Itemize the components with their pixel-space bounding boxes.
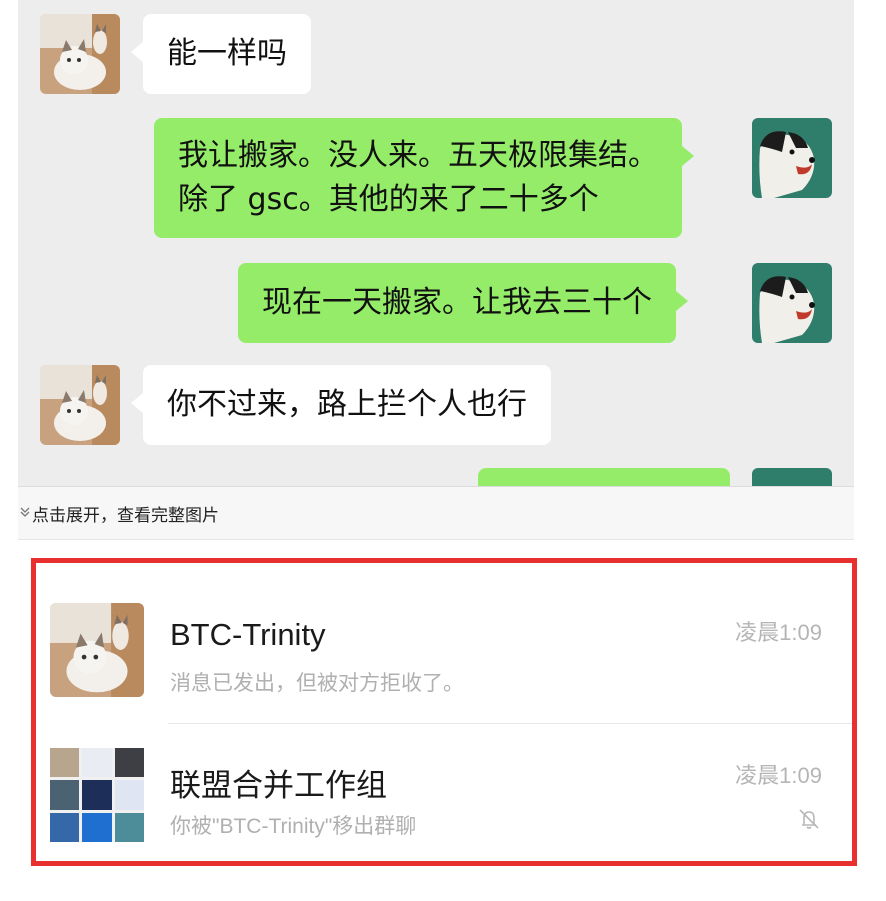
conversation-row[interactable]: 联盟合并工作组 凌晨1:09 你被"BTC-Trinity"移出群聊 bbox=[36, 563, 852, 842]
message-text-line: 除了 gsc。其他的来了二十多个 bbox=[178, 182, 599, 217]
dog-avatar[interactable] bbox=[752, 263, 832, 343]
cat-avatar[interactable] bbox=[40, 14, 120, 94]
conversation-preview: 你被"BTC-Trinity"移出群聊 bbox=[170, 815, 417, 838]
cat-avatar[interactable] bbox=[40, 365, 120, 445]
message-bubble[interactable]: 你不过来，路上拦个人也行 bbox=[131, 365, 551, 445]
dog-avatar-partial bbox=[752, 468, 832, 486]
message-text: 现在一天搬家。让我去三十个 bbox=[262, 285, 652, 320]
dog-avatar[interactable] bbox=[752, 118, 832, 198]
message-text-line: 我让搬家。没人来。五天极限集结。 bbox=[178, 138, 658, 173]
group-grid-avatar bbox=[50, 748, 144, 842]
conversation-name: 联盟合并工作组 bbox=[170, 768, 387, 803]
message-bubble-own-partial bbox=[478, 468, 730, 486]
double-chevron-down-icon bbox=[20, 506, 30, 521]
message-bubble-own[interactable]: 我让搬家。没人来。五天极限集结。 除了 gsc。其他的来了二十多个 bbox=[154, 118, 694, 238]
conversation-time: 凌晨1:09 bbox=[735, 763, 822, 788]
expand-image-bar[interactable]: 点击展开，查看完整图片 bbox=[18, 486, 854, 540]
expand-hint-text: 点击展开，查看完整图片 bbox=[32, 505, 219, 526]
message-text: 能一样吗 bbox=[167, 36, 287, 71]
message-bubble-own[interactable]: 现在一天搬家。让我去三十个 bbox=[238, 263, 688, 343]
mute-bell-icon bbox=[799, 809, 819, 829]
chat-panel: 能一样吗 我让搬家。没人来。五天极限集结。 除了 gsc。其他的来了二十多个 现… bbox=[18, 0, 854, 486]
message-bubble[interactable]: 能一样吗 bbox=[131, 14, 311, 94]
message-text: 你不过来，路上拦个人也行 bbox=[167, 387, 527, 422]
highlighted-conversation-list: BTC-Trinity 凌晨1:09 消息已发出，但被对方拒收了。 联盟合并工作… bbox=[31, 558, 857, 866]
row-divider bbox=[168, 723, 852, 724]
